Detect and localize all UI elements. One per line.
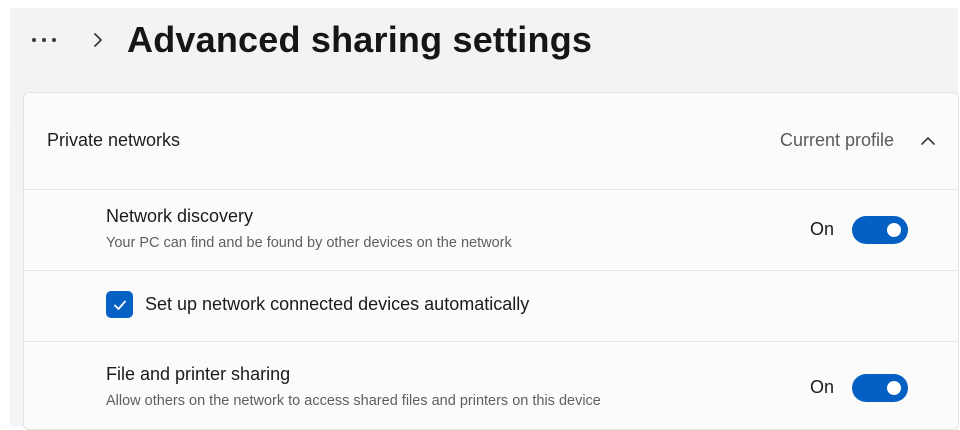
more-horizontal-icon bbox=[32, 38, 36, 42]
private-networks-card: Private networks Current profile Network… bbox=[23, 92, 959, 430]
network-discovery-description: Your PC can find and be found by other d… bbox=[106, 235, 512, 251]
network-discovery-state: On bbox=[809, 219, 834, 239]
file-printer-sharing-title: File and printer sharing bbox=[106, 364, 291, 384]
network-discovery-toggle[interactable] bbox=[852, 216, 908, 244]
file-printer-sharing-description: Allow others on the network to access sh… bbox=[106, 393, 601, 409]
private-networks-header[interactable]: Private networks Current profile bbox=[24, 93, 958, 190]
auto-setup-row: Set up network connected devices automat… bbox=[24, 271, 958, 342]
file-printer-sharing-state: On bbox=[809, 377, 834, 397]
settings-window: Advanced sharing settings Private networ… bbox=[10, 8, 959, 430]
chevron-up-icon[interactable] bbox=[918, 131, 938, 151]
more-horizontal-icon-dot bbox=[42, 38, 46, 42]
file-printer-sharing-toggle[interactable] bbox=[852, 374, 908, 402]
more-horizontal-icon-dot bbox=[52, 38, 56, 42]
chevron-right-icon bbox=[94, 33, 102, 47]
auto-setup-label[interactable]: Set up network connected devices automat… bbox=[145, 294, 529, 315]
toggle-knob bbox=[887, 223, 901, 237]
checkmark-icon bbox=[113, 300, 126, 310]
page-title: Advanced sharing settings bbox=[127, 19, 593, 60]
network-discovery-title: Network discovery bbox=[106, 206, 254, 226]
more-options-button[interactable] bbox=[24, 26, 64, 54]
auto-setup-checkbox[interactable] bbox=[106, 291, 133, 318]
page-header: Advanced sharing settings bbox=[10, 8, 958, 78]
section-title: Private networks bbox=[47, 130, 181, 150]
current-profile-label: Current profile bbox=[779, 130, 894, 150]
file-printer-sharing-row: File and printer sharing Allow others on… bbox=[24, 342, 958, 429]
toggle-knob bbox=[887, 381, 901, 395]
network-discovery-row: Network discovery Your PC can find and b… bbox=[24, 190, 958, 271]
